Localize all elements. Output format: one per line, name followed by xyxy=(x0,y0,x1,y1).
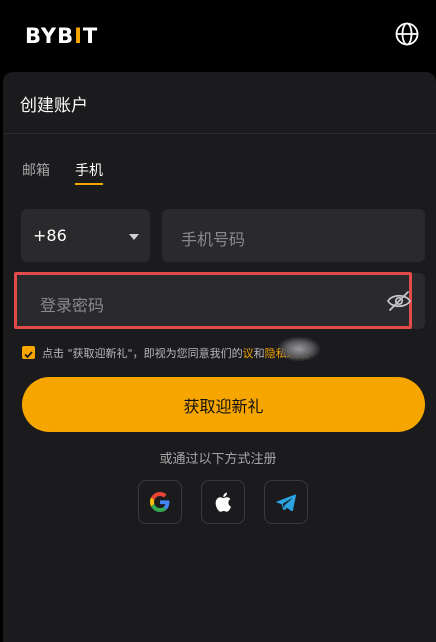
telegram-signup-button[interactable] xyxy=(264,480,308,524)
password-placeholder: 登录密码 xyxy=(40,296,105,315)
telegram-icon xyxy=(276,494,296,511)
globe-icon[interactable] xyxy=(394,21,420,47)
apple-icon xyxy=(215,492,231,512)
terms-link[interactable]: 议 xyxy=(243,347,254,360)
caret-down-icon xyxy=(129,234,139,240)
logo-text-main: BYB xyxy=(25,24,75,48)
get-welcome-gift-button[interactable]: 获取迎新礼 xyxy=(22,377,425,432)
touch-indicator xyxy=(278,337,320,361)
top-bar: BYBIT xyxy=(0,0,436,72)
agree-and: 和 xyxy=(253,347,265,360)
active-tab-indicator xyxy=(75,183,103,185)
tab-phone[interactable]: 手机 xyxy=(75,160,103,180)
google-signup-button[interactable] xyxy=(138,480,182,524)
logo-text-end: T xyxy=(82,24,99,48)
logo-text-bar: I xyxy=(74,24,83,48)
agreement-text: 点击 "获取迎新礼"，即视为您同意我们的议和隐私政策 xyxy=(42,345,309,361)
agree-prefix: 点击 "获取迎新礼"，即视为您同意我们的 xyxy=(42,347,243,360)
alt-signup-label: 或通过以下方式注册 xyxy=(159,452,277,467)
apple-signup-button[interactable] xyxy=(201,480,245,524)
country-code-value: +86 xyxy=(33,226,67,245)
tab-email[interactable]: 邮箱 xyxy=(22,160,50,180)
check-icon xyxy=(24,351,33,359)
title-divider xyxy=(3,133,436,134)
google-icon xyxy=(150,492,170,512)
eye-off-icon[interactable] xyxy=(386,290,412,312)
phone-placeholder: 手机号码 xyxy=(181,230,246,249)
bybit-logo[interactable]: BYBIT xyxy=(25,24,98,48)
page-title: 创建账户 xyxy=(20,96,88,116)
agree-checkbox[interactable] xyxy=(22,346,35,359)
